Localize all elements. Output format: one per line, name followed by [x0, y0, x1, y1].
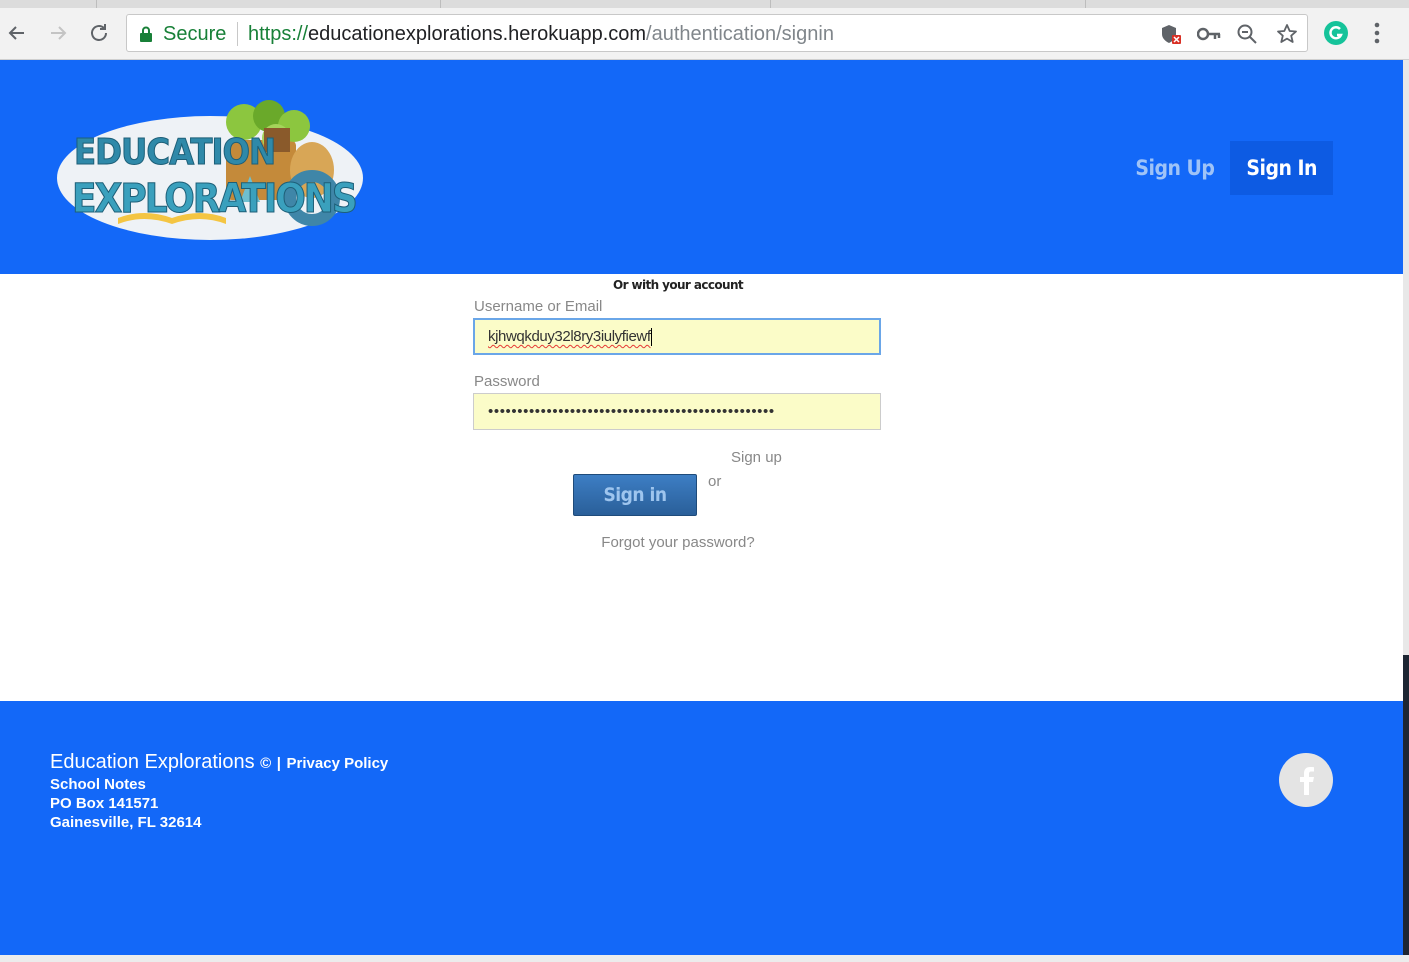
url-scheme: https:// [248, 23, 309, 45]
nav-signin-link[interactable]: Sign In [1230, 141, 1333, 195]
url-host: educationexplorations.herokuapp.com [308, 23, 647, 45]
address-bar[interactable]: Secure https://educationexplorations.her… [126, 14, 1308, 52]
grammarly-icon[interactable] [1323, 20, 1349, 46]
footer-brand: Education Explorations [50, 751, 255, 773]
blocked-shield-icon[interactable] [1159, 22, 1183, 46]
key-icon[interactable] [1197, 22, 1221, 46]
logo-text-line2: EXPLORATIONS [72, 176, 356, 222]
facebook-icon[interactable] [1279, 753, 1333, 807]
reload-icon[interactable] [86, 20, 112, 46]
password-label: Password [474, 373, 540, 390]
zoom-icon[interactable] [1235, 22, 1259, 46]
adjacent-window-edge [1403, 60, 1409, 962]
site-logo[interactable]: EDUCATION EXPLORATIONS [54, 100, 364, 242]
address-line: Gainesville, FL 32614 [50, 814, 202, 831]
back-icon[interactable] [4, 20, 30, 46]
signup-link[interactable]: Sign up [731, 449, 782, 466]
forgot-password-link[interactable]: Forgot your password? [0, 534, 1356, 551]
lock-icon [139, 26, 153, 47]
browser-toolbar: Secure https://educationexplorations.her… [0, 8, 1409, 60]
browser-tab[interactable] [1085, 0, 1265, 8]
divider [237, 22, 238, 46]
site-header: EDUCATION EXPLORATIONS Sign Up Sign In [0, 60, 1403, 274]
url-text[interactable]: https://educationexplorations.herokuapp.… [248, 23, 834, 46]
username-value: kjhwqkduy32l8ry3iulyfiewf [488, 328, 651, 345]
username-label: Username or Email [474, 298, 603, 315]
tab-strip [0, 0, 1409, 8]
copyright-symbol: © [260, 755, 272, 772]
password-value: ••••••••••••••••••••••••••••••••••••••••… [488, 403, 775, 420]
address-line: PO Box 141571 [50, 795, 159, 812]
header-nav: Sign Up Sign In [1119, 141, 1333, 195]
bookmark-star-icon[interactable] [1275, 22, 1299, 46]
footer-brand-line: Education Explorations © | Privacy Polic… [50, 751, 388, 774]
signin-button[interactable]: Sign in [573, 474, 697, 516]
window-bottom-edge [0, 955, 1409, 962]
secure-label: Secure [163, 23, 227, 45]
logo-text-line1: EDUCATION [74, 132, 275, 173]
form-heading: Or with your account [612, 278, 744, 292]
username-input[interactable]: kjhwqkduy32l8ry3iulyfiewf [473, 318, 881, 355]
browser-tab[interactable] [96, 0, 276, 8]
footer-separator: | [276, 755, 281, 772]
browser-tab[interactable] [770, 0, 940, 8]
text-caret [650, 328, 652, 347]
menu-dots-icon[interactable] [1364, 20, 1390, 46]
or-text: or [708, 473, 722, 490]
url-path: /authentication/signin [646, 23, 834, 45]
nav-signup-link[interactable]: Sign Up [1119, 141, 1230, 195]
site-footer: Education Explorations © | Privacy Polic… [0, 701, 1403, 955]
privacy-policy-link[interactable]: Privacy Policy [287, 755, 389, 772]
password-input[interactable]: ••••••••••••••••••••••••••••••••••••••••… [473, 393, 881, 430]
forward-icon[interactable] [45, 20, 71, 46]
browser-tab[interactable] [440, 0, 610, 8]
address-line: School Notes [50, 776, 146, 793]
